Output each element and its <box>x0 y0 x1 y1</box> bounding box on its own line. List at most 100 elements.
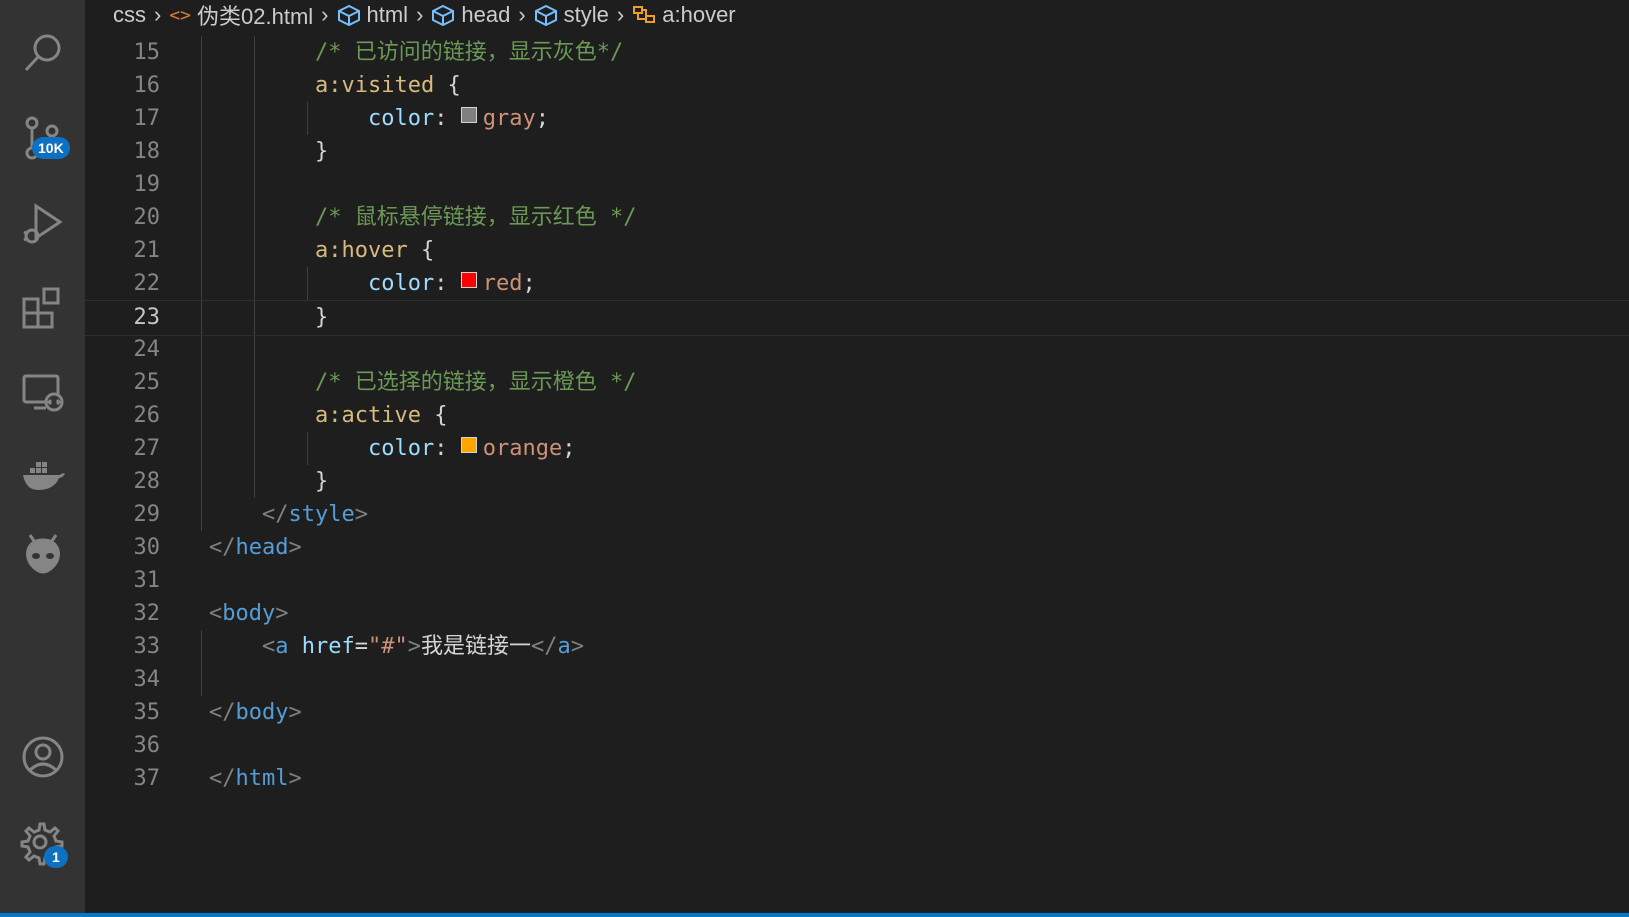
search-icon[interactable] <box>0 18 85 88</box>
chevron-right-icon: › <box>616 2 625 27</box>
code-line[interactable]: 20 /* 鼠标悬停链接，显示红色 */ <box>85 201 1629 235</box>
code-token: > <box>570 634 584 659</box>
code-token: color <box>368 271 435 296</box>
code-token: </ <box>209 535 236 560</box>
breadcrumb-selector[interactable]: a:hover <box>632 2 736 28</box>
code-line[interactable]: 27 color: orange; <box>85 432 1629 466</box>
color-swatch[interactable] <box>460 272 477 288</box>
breadcrumb-style[interactable]: style <box>534 2 609 28</box>
breadcrumb-file[interactable]: <> 伪类02.html <box>169 0 313 30</box>
code-content: color: orange; <box>368 432 575 466</box>
code-token: { <box>420 403 448 428</box>
code-line[interactable]: 29 </style> <box>85 498 1629 532</box>
alien-icon[interactable] <box>0 520 85 590</box>
code-token: > <box>354 502 368 527</box>
code-token: ; <box>535 106 549 131</box>
code-token: ; <box>522 271 536 296</box>
run-debug-icon[interactable] <box>0 188 85 258</box>
code-line[interactable]: 28} <box>85 465 1629 499</box>
code-token: 我是链接一 <box>420 634 531 659</box>
code-token: a:visited <box>315 73 435 98</box>
status-bar <box>0 913 1629 917</box>
code-token: > <box>288 535 302 560</box>
code-line[interactable]: 21 a:hover { <box>85 234 1629 268</box>
code-line[interactable]: 25 /* 已选择的链接，显示橙色 */ <box>85 366 1629 400</box>
line-number: 20 <box>133 205 161 230</box>
code-content: } <box>315 465 328 499</box>
settings-badge: 1 <box>44 846 68 868</box>
code-content: color: gray; <box>368 102 549 136</box>
cube-icon <box>431 4 455 26</box>
code-token: { <box>434 73 461 98</box>
breadcrumb-head[interactable]: head <box>431 2 510 28</box>
code-line[interactable]: 23} <box>85 300 1629 336</box>
code-line[interactable]: 15 /* 已访问的链接，显示灰色*/ <box>85 36 1629 70</box>
code-line[interactable]: 19 <box>85 168 1629 202</box>
code-token: } <box>315 305 329 330</box>
breadcrumb-label: css <box>113 2 146 27</box>
color-swatch[interactable] <box>460 437 477 453</box>
code-editor[interactable]: 15/* 已访问的链接，显示灰色*/16 a:visited {17 color: … <box>85 36 1629 913</box>
code-token: html <box>235 766 289 791</box>
code-token: { <box>407 238 435 263</box>
code-content: /* 已选择的链接，显示橙色 */ <box>315 366 636 400</box>
code-line[interactable]: 32 <body> <box>85 597 1629 631</box>
class-symbol-icon <box>632 4 656 26</box>
breadcrumb-label: a:hover <box>662 2 736 27</box>
code-line[interactable]: 17 color: gray; <box>85 102 1629 136</box>
line-number: 34 <box>133 667 161 692</box>
code-line[interactable]: 22 color: red; <box>85 267 1629 301</box>
code-token: head <box>235 535 289 560</box>
code-token: body <box>235 700 289 725</box>
code-token: "#" <box>367 634 408 659</box>
breadcrumb-folder[interactable]: css <box>113 2 146 28</box>
code-line[interactable]: 26 a:active { <box>85 399 1629 433</box>
code-token: < <box>262 634 276 659</box>
chevron-right-icon: › <box>416 2 424 27</box>
code-line[interactable]: 36 <box>85 729 1629 763</box>
remote-explorer-icon[interactable] <box>0 358 85 428</box>
code-content: <body> <box>209 597 288 631</box>
line-number: 24 <box>133 337 161 362</box>
code-token: color <box>368 106 435 131</box>
line-number: 27 <box>133 436 161 461</box>
html-file-icon: <> <box>169 4 192 26</box>
code-token: } <box>315 469 329 494</box>
code-line[interactable]: 34 <box>85 663 1629 697</box>
account-icon[interactable] <box>0 722 85 792</box>
source-control-icon[interactable]: 10K <box>0 103 85 173</box>
code-token: } <box>315 139 329 164</box>
code-line[interactable]: 18} <box>85 135 1629 169</box>
chevron-right-icon: › <box>321 2 329 27</box>
code-line[interactable]: 33 <a href="#">我是链接一</a> <box>85 630 1629 664</box>
breadcrumb-label: style <box>563 2 609 27</box>
code-line[interactable]: 24 <box>85 333 1629 367</box>
line-number: 19 <box>133 172 161 197</box>
color-swatch[interactable] <box>460 107 477 123</box>
code-token: > <box>288 766 302 791</box>
line-number: 37 <box>133 766 161 791</box>
code-token: gray <box>482 106 536 131</box>
settings-gear-icon[interactable]: 1 <box>0 808 85 878</box>
code-content: /* 已访问的链接，显示灰色*/ <box>315 36 623 70</box>
code-token: > <box>288 700 302 725</box>
code-line[interactable]: 37 </html> <box>85 762 1629 796</box>
line-number: 29 <box>133 502 161 527</box>
code-token: a <box>275 634 289 659</box>
line-number: 31 <box>133 568 161 593</box>
code-token: > <box>275 601 289 626</box>
code-token: < <box>209 601 223 626</box>
breadcrumb-html[interactable]: html <box>337 2 408 28</box>
code-line[interactable]: 30 </head> <box>85 531 1629 565</box>
code-line[interactable]: 31 <box>85 564 1629 598</box>
extensions-icon[interactable] <box>0 273 85 343</box>
code-token: </ <box>262 502 289 527</box>
code-token: </ <box>209 700 236 725</box>
code-line[interactable]: 16 a:visited { <box>85 69 1629 103</box>
code-token: body <box>222 601 276 626</box>
docker-icon[interactable] <box>0 440 85 510</box>
code-content: </head> <box>209 531 302 565</box>
code-line[interactable]: 35 </body> <box>85 696 1629 730</box>
code-content: a:active { <box>315 399 447 433</box>
